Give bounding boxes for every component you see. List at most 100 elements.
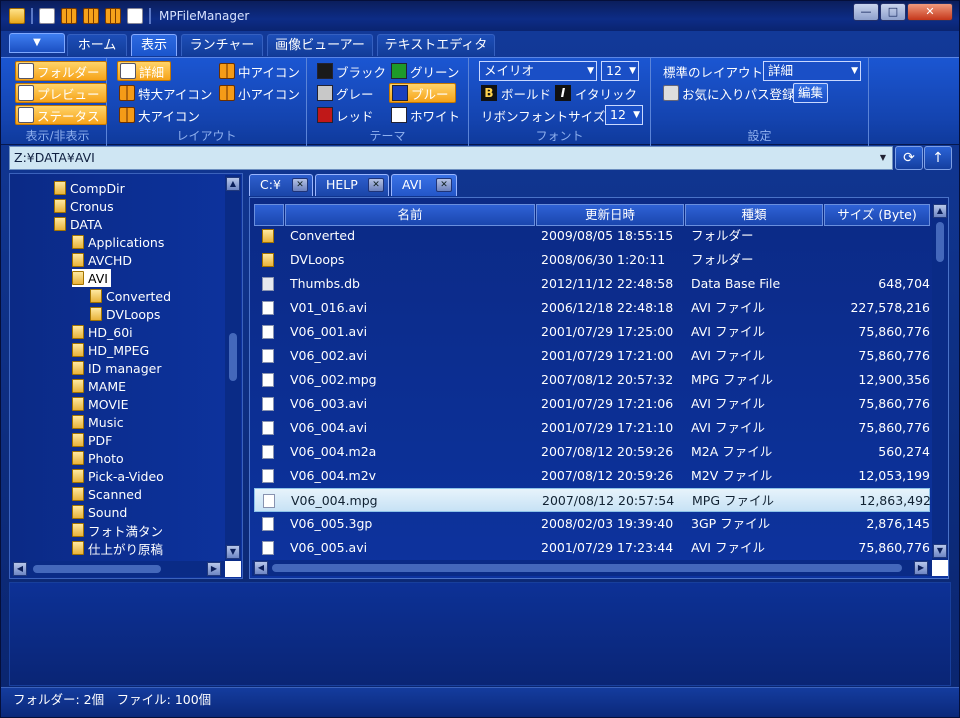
- tree-item[interactable]: Photo: [72, 449, 124, 467]
- tree-item[interactable]: CompDir: [54, 179, 125, 197]
- tree-item[interactable]: フォト満タン: [72, 521, 163, 539]
- scroll-right-icon[interactable]: ▶: [914, 561, 928, 575]
- tab-c-drive[interactable]: C:¥ ✕: [249, 174, 313, 196]
- ribbon-font-size-select[interactable]: 12 ▼: [605, 105, 643, 125]
- address-dropdown-icon[interactable]: ▼: [875, 147, 891, 169]
- tab-text-editor[interactable]: テキストエディタ: [377, 34, 495, 56]
- tab-avi[interactable]: AVI ✕: [391, 174, 457, 196]
- tree-item[interactable]: 仕上がり原稿: [72, 539, 163, 557]
- italic-button[interactable]: I イタリック: [555, 83, 637, 103]
- small-icons-icon[interactable]: [127, 8, 143, 24]
- layout-details-button[interactable]: 詳細: [117, 61, 172, 81]
- scroll-up-icon[interactable]: ▲: [226, 177, 240, 191]
- tab-image-viewer[interactable]: 画像ビューアー: [267, 34, 373, 56]
- file-row[interactable]: V06_004.avi 2001/07/29 17:21:10 AVI ファイル 75…: [254, 416, 930, 440]
- theme-blue-button[interactable]: ブルー: [389, 83, 456, 103]
- tree-hscrollbar[interactable]: ◀ ▶: [11, 561, 241, 577]
- scroll-down-icon[interactable]: ▼: [226, 545, 240, 559]
- scroll-left-icon[interactable]: ◀: [254, 561, 268, 575]
- scroll-thumb[interactable]: [229, 333, 237, 381]
- close-tab-icon[interactable]: ✕: [292, 178, 308, 192]
- tree-item[interactable]: Converted: [90, 287, 171, 305]
- file-row[interactable]: V06_002.avi 2001/07/29 17:21:00 AVI ファイル 75…: [254, 344, 930, 368]
- folder-icon[interactable]: [9, 8, 25, 24]
- file-row[interactable]: V06_005.avi 2001/07/29 17:23:44 AVI ファイル 75…: [254, 536, 930, 560]
- minimize-button[interactable]: —: [853, 3, 879, 21]
- scroll-thumb[interactable]: [936, 222, 944, 262]
- tree-item[interactable]: MAME: [72, 377, 126, 395]
- toggle-status-bar[interactable]: ステータス: [15, 105, 107, 125]
- large-icons-icon[interactable]: [83, 8, 99, 24]
- file-row[interactable]: DVLoops 2008/06/30 1:20:11 フォルダー: [254, 248, 930, 272]
- theme-red-button[interactable]: レッド: [317, 105, 374, 125]
- tree-item[interactable]: Pick-a-Video: [72, 467, 164, 485]
- tree-item[interactable]: Cronus: [54, 197, 114, 215]
- scroll-down-icon[interactable]: ▼: [933, 544, 947, 558]
- file-list-vscrollbar[interactable]: ▲ ▼: [932, 204, 948, 560]
- file-row[interactable]: V06_001.avi 2001/07/29 17:25:00 AVI ファイル 75…: [254, 320, 930, 344]
- file-row[interactable]: V01_016.avi 2006/12/18 22:48:18 AVI ファイル 22…: [254, 296, 930, 320]
- scroll-left-icon[interactable]: ◀: [13, 562, 27, 576]
- column-header-type[interactable]: 種類: [685, 204, 823, 226]
- file-row[interactable]: V06_004.m2a 2007/08/12 20:59:26 M2A ファイル 56…: [254, 440, 930, 464]
- file-row[interactable]: V06_004.m2v 2007/08/12 20:59:26 M2V ファイル 12…: [254, 464, 930, 488]
- medium-icons-icon[interactable]: [105, 8, 121, 24]
- tree-item[interactable]: ID manager: [72, 359, 161, 377]
- tree-item[interactable]: DVLoops: [90, 305, 160, 323]
- column-header-name[interactable]: 名前: [285, 204, 535, 226]
- toggle-preview-pane[interactable]: プレビュー: [15, 83, 107, 103]
- file-row[interactable]: V06_002.mpg 2007/08/12 20:57:32 MPG ファイル 12…: [254, 368, 930, 392]
- refresh-button[interactable]: ⟳: [895, 146, 923, 170]
- layout-small-button[interactable]: 小アイコン: [219, 83, 300, 103]
- file-row[interactable]: V06_004.mpg 2007/08/12 20:57:54 MPG ファイル 12…: [254, 488, 931, 512]
- font-size-select[interactable]: 12 ▼: [601, 61, 639, 81]
- column-header-icon[interactable]: [254, 204, 284, 226]
- extra-large-icons-icon[interactable]: [61, 8, 77, 24]
- file-row[interactable]: V06_003.avi 2001/07/29 17:21:06 AVI ファイル 75…: [254, 392, 930, 416]
- tree-item[interactable]: HD_60i: [72, 323, 133, 341]
- up-folder-button[interactable]: ↑: [924, 146, 952, 170]
- edit-favorites-button[interactable]: 編集: [793, 83, 829, 103]
- close-button[interactable]: ✕: [907, 3, 953, 21]
- tree-item[interactable]: PDF: [72, 431, 112, 449]
- scroll-thumb[interactable]: [33, 565, 161, 573]
- app-menu-button[interactable]: ▼: [9, 33, 65, 53]
- theme-white-button[interactable]: ホワイト: [391, 105, 460, 125]
- scroll-right-icon[interactable]: ▶: [207, 562, 221, 576]
- tab-home[interactable]: ホーム: [67, 34, 127, 56]
- tree-item[interactable]: Sound: [72, 503, 127, 521]
- tree-item[interactable]: Scanned: [72, 485, 142, 503]
- layout-medium-button[interactable]: 中アイコン: [219, 61, 300, 81]
- scroll-up-icon[interactable]: ▲: [933, 204, 947, 218]
- favorites-path-button[interactable]: お気に入りパス登録: [663, 83, 795, 103]
- tree-item[interactable]: AVI: [72, 269, 111, 287]
- font-name-select[interactable]: メイリオ ▼: [479, 61, 597, 81]
- tree-item[interactable]: Music: [72, 413, 124, 431]
- tab-view[interactable]: 表示: [131, 34, 177, 56]
- file-row[interactable]: Converted 2009/08/05 18:55:15 フォルダー: [254, 224, 930, 248]
- column-header-size[interactable]: サイズ (Byte): [824, 204, 930, 226]
- tree-vscrollbar[interactable]: ▲ ▼: [225, 175, 241, 561]
- tree-item[interactable]: AVCHD: [72, 251, 132, 269]
- details-layout-icon[interactable]: [39, 8, 55, 24]
- scroll-thumb[interactable]: [272, 564, 902, 572]
- toggle-folder-pane[interactable]: フォルダー: [15, 61, 107, 81]
- file-list-hscrollbar[interactable]: ◀ ▶: [252, 560, 948, 576]
- tab-help[interactable]: HELP ✕: [315, 174, 389, 196]
- file-row[interactable]: V06_005.3gp 2008/02/03 19:39:40 3GP ファイル 2,…: [254, 512, 930, 536]
- layout-extra-large-button[interactable]: 特大アイコン: [119, 83, 212, 103]
- close-tab-icon[interactable]: ✕: [436, 178, 452, 192]
- file-row[interactable]: Thumbs.db 2012/11/12 22:48:58 Data Base Fi…: [254, 272, 930, 296]
- close-tab-icon[interactable]: ✕: [368, 178, 384, 192]
- tree-item[interactable]: MOVIE: [72, 395, 129, 413]
- layout-large-button[interactable]: 大アイコン: [119, 105, 200, 125]
- tree-item[interactable]: Applications: [72, 233, 164, 251]
- tab-launcher[interactable]: ランチャー: [181, 34, 263, 56]
- column-header-date[interactable]: 更新日時: [536, 204, 684, 226]
- tree-item[interactable]: HD_MPEG: [72, 341, 149, 359]
- bold-button[interactable]: B ボールド: [481, 83, 551, 103]
- theme-black-button[interactable]: ブラック: [317, 61, 386, 81]
- theme-green-button[interactable]: グリーン: [391, 61, 459, 81]
- address-bar[interactable]: Z:¥DATA¥AVI: [9, 146, 893, 170]
- default-layout-select[interactable]: 詳細 ▼: [763, 61, 861, 81]
